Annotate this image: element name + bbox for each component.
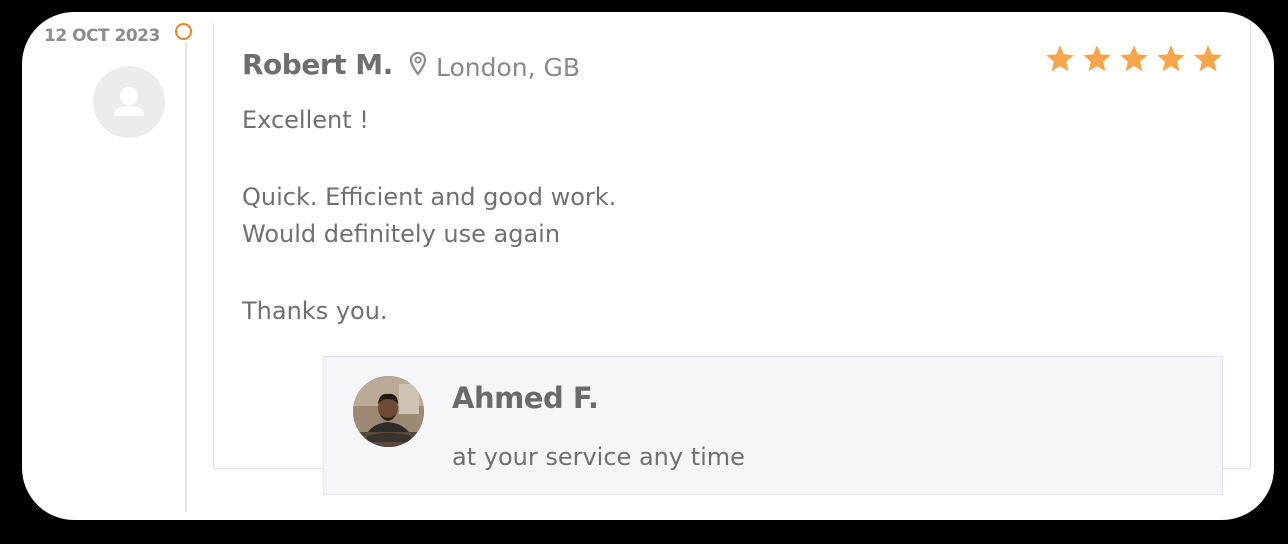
reply-name: Ahmed F. (452, 381, 599, 415)
star-rating (1044, 44, 1224, 74)
star-icon (1192, 44, 1224, 74)
timeline-line (185, 42, 187, 512)
user-silhouette-icon (93, 66, 165, 138)
review-frame: 12 OCT 2023 Robert M. London, GB Excelle… (22, 12, 1274, 520)
review-line: Thanks you. (242, 297, 388, 325)
review-date: 12 OCT 2023 (44, 26, 160, 46)
star-icon (1081, 44, 1113, 74)
reply-text: at your service any time (452, 443, 745, 471)
review-text: Excellent ! Quick. Efficient and good wo… (242, 102, 616, 330)
location-text: London, GB (436, 52, 581, 82)
reviewer-name: Robert M. (242, 48, 393, 81)
review-line: Would definitely use again (242, 220, 561, 248)
reviewer-location: London, GB (409, 51, 581, 82)
reply-box: Ahmed F. at your service any time (323, 356, 1223, 495)
star-icon (1118, 44, 1150, 74)
review-line: Excellent ! (242, 106, 369, 134)
reply-avatar (353, 376, 424, 447)
timeline-dot-icon (175, 23, 192, 40)
star-icon (1044, 44, 1076, 74)
map-pin-icon (409, 51, 436, 82)
star-icon (1155, 44, 1187, 74)
review-line: Quick. Efficient and good work. (242, 183, 617, 211)
